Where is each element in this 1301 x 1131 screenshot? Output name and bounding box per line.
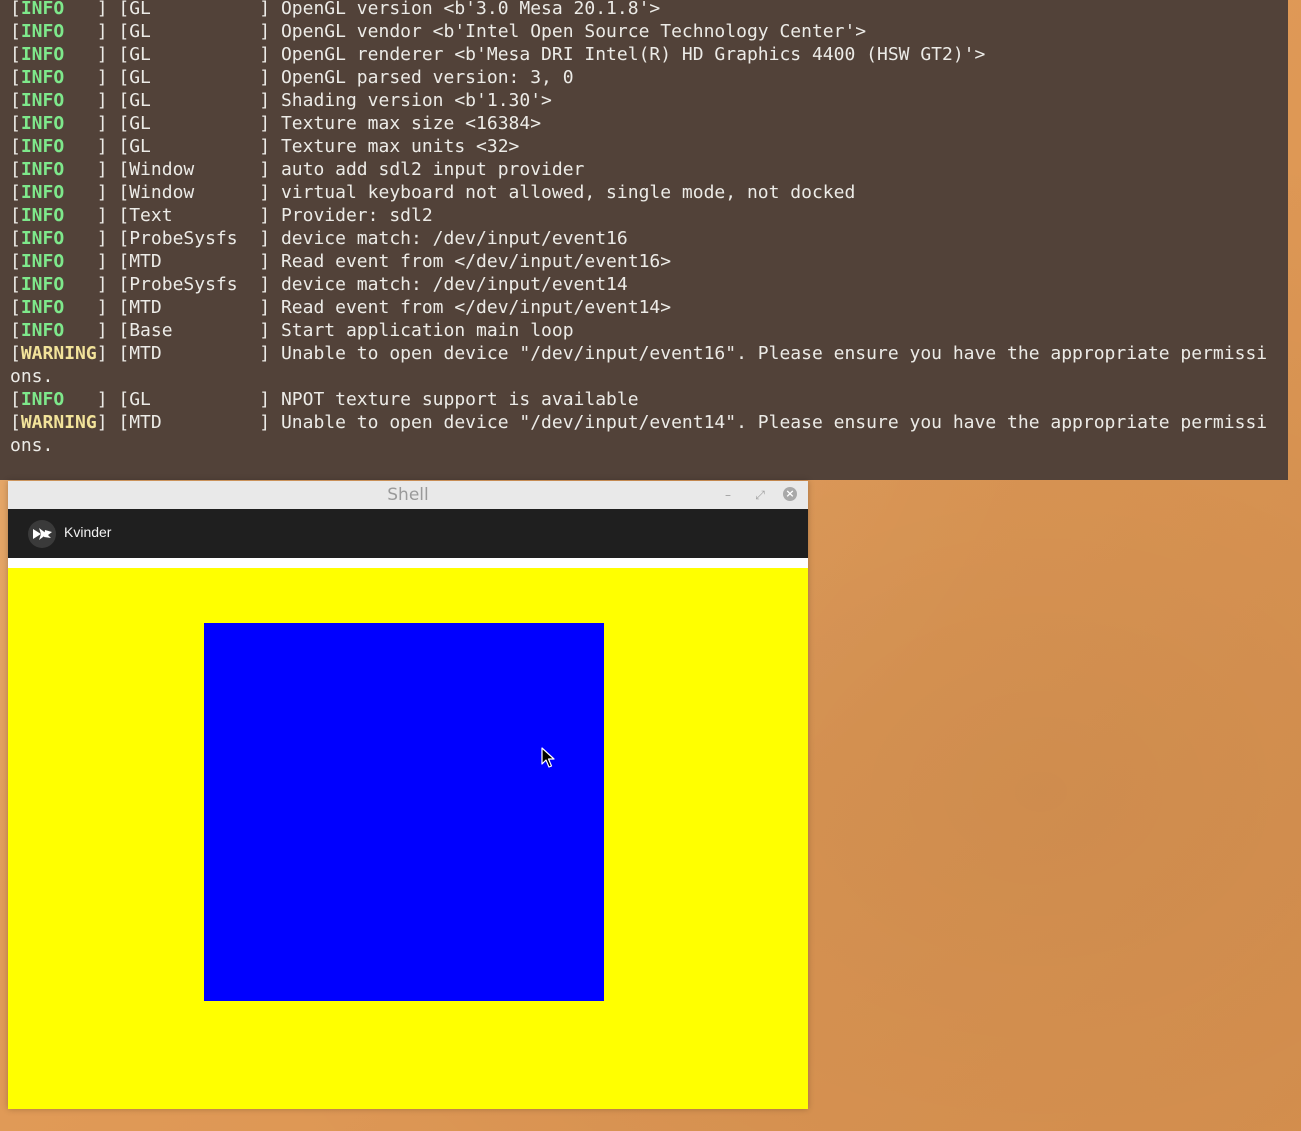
log-module: ProbeSysfs xyxy=(129,274,260,295)
log-message: ons. xyxy=(10,366,54,387)
log-level: INFO xyxy=(20,205,97,226)
log-message: Unable to open device "/dev/input/event1… xyxy=(280,343,1268,364)
log-module: MTD xyxy=(129,251,260,272)
app-title: Kvinder xyxy=(64,524,112,540)
log-message: OpenGL renderer <b'Mesa DRI Intel(R) HD … xyxy=(280,44,986,65)
log-level: INFO xyxy=(20,182,97,203)
log-message: ons. xyxy=(10,435,54,456)
terminal-line: [INFO ] [ProbeSysfs ] device match: /dev… xyxy=(10,274,628,295)
app-action-bar: Kvinder xyxy=(8,509,808,558)
log-level: INFO xyxy=(20,389,97,410)
log-level: INFO xyxy=(20,44,97,65)
log-message: Provider: sdl2 xyxy=(280,205,433,226)
log-module: GL xyxy=(129,21,260,42)
terminal-line: [INFO ] [Text ] Provider: sdl2 xyxy=(10,205,433,226)
log-module: MTD xyxy=(129,412,260,433)
terminal-line: [INFO ] [Window ] virtual keyboard not a… xyxy=(10,182,856,203)
window-title: Shell xyxy=(387,485,429,505)
log-level: INFO xyxy=(20,90,97,111)
log-message: Start application main loop xyxy=(280,320,574,341)
log-level: INFO xyxy=(20,159,97,180)
log-module: GL xyxy=(129,90,260,111)
log-message: OpenGL version <b'3.0 Mesa 20.1.8'> xyxy=(280,0,661,19)
app-canvas[interactable] xyxy=(8,568,808,1109)
terminal-window[interactable]: [INFO ] [GL ] OpenGL version <b'3.0 Mesa… xyxy=(0,0,1288,480)
log-level: INFO xyxy=(20,274,97,295)
terminal-line: [INFO ] [GL ] OpenGL vendor <b'Intel Ope… xyxy=(10,21,867,42)
log-message: device match: /dev/input/event14 xyxy=(280,274,628,295)
log-message: Unable to open device "/dev/input/event1… xyxy=(280,412,1268,433)
terminal-line: [INFO ] [GL ] Texture max units <32> xyxy=(10,136,520,157)
log-message: Texture max size <16384> xyxy=(280,113,542,134)
terminal-line: [WARNING] [MTD ] Unable to open device "… xyxy=(10,412,1268,433)
terminal-line: [INFO ] [Window ] auto add sdl2 input pr… xyxy=(10,159,585,180)
log-level: INFO xyxy=(20,251,97,272)
terminal-line: [INFO ] [GL ] OpenGL renderer <b'Mesa DR… xyxy=(10,44,986,65)
terminal-line: [WARNING] [MTD ] Unable to open device "… xyxy=(10,343,1268,364)
log-module: GL xyxy=(129,0,260,19)
log-message: Read event from </dev/input/event14> xyxy=(280,297,672,318)
log-message: virtual keyboard not allowed, single mod… xyxy=(280,182,856,203)
log-module: MTD xyxy=(129,297,260,318)
log-message: OpenGL parsed version: 3, 0 xyxy=(280,67,574,88)
log-level: INFO xyxy=(20,67,97,88)
terminal-line: [INFO ] [MTD ] Read event from </dev/inp… xyxy=(10,297,672,318)
log-message: auto add sdl2 input provider xyxy=(280,159,585,180)
log-module: ProbeSysfs xyxy=(129,228,260,249)
window-titlebar[interactable]: Shell – ⤢ × xyxy=(8,481,808,510)
log-message: OpenGL vendor <b'Intel Open Source Techn… xyxy=(280,21,867,42)
kivy-logo-icon xyxy=(28,520,56,548)
log-level: INFO xyxy=(20,297,97,318)
log-message: Shading version <b'1.30'> xyxy=(280,90,552,111)
terminal-line: [INFO ] [ProbeSysfs ] device match: /dev… xyxy=(10,228,628,249)
shell-window[interactable]: Shell – ⤢ × Kvinder xyxy=(8,481,808,1109)
terminal-line: [INFO ] [Base ] Start application main l… xyxy=(10,320,574,341)
minimize-icon[interactable]: – xyxy=(720,487,736,503)
log-message: device match: /dev/input/event16 xyxy=(280,228,628,249)
separator-strip xyxy=(8,558,808,568)
log-level: INFO xyxy=(20,21,97,42)
log-level: INFO xyxy=(20,228,97,249)
log-module: Text xyxy=(129,205,260,226)
terminal-line: [INFO ] [GL ] Texture max size <16384> xyxy=(10,113,542,134)
terminal-line: ons. xyxy=(10,365,1267,388)
terminal-line: [INFO ] [GL ] OpenGL version <b'3.0 Mesa… xyxy=(10,0,661,19)
close-icon[interactable]: × xyxy=(783,487,797,501)
maximize-icon[interactable]: ⤢ xyxy=(752,487,768,503)
log-module: Window xyxy=(129,182,260,203)
log-module: GL xyxy=(129,67,260,88)
terminal-line: [INFO ] [GL ] Shading version <b'1.30'> xyxy=(10,90,552,111)
terminal-line: [INFO ] [GL ] OpenGL parsed version: 3, … xyxy=(10,67,574,88)
log-message: Read event from </dev/input/event16> xyxy=(280,251,672,272)
mouse-cursor-icon xyxy=(541,747,555,768)
log-level: INFO xyxy=(20,113,97,134)
log-message: NPOT texture support is available xyxy=(280,389,639,410)
log-level: INFO xyxy=(20,136,97,157)
log-module: GL xyxy=(129,113,260,134)
log-level: INFO xyxy=(20,320,97,341)
log-module: GL xyxy=(129,136,260,157)
log-message: Texture max units <32> xyxy=(280,136,520,157)
log-module: GL xyxy=(129,44,260,65)
log-level: WARNING xyxy=(20,412,97,433)
terminal-line: [INFO ] [GL ] NPOT texture support is av… xyxy=(10,389,639,410)
log-level: INFO xyxy=(20,0,97,19)
log-level: WARNING xyxy=(20,343,97,364)
terminal-line: [INFO ] [MTD ] Read event from </dev/inp… xyxy=(10,251,672,272)
log-module: MTD xyxy=(129,343,260,364)
terminal-line: ons. xyxy=(10,434,1267,457)
terminal-output: [INFO ] [GL ] OpenGL version <b'3.0 Mesa… xyxy=(10,0,1267,457)
log-module: Base xyxy=(129,320,260,341)
blue-square-widget[interactable] xyxy=(204,623,604,1001)
log-module: Window xyxy=(129,159,260,180)
log-module: GL xyxy=(129,389,260,410)
